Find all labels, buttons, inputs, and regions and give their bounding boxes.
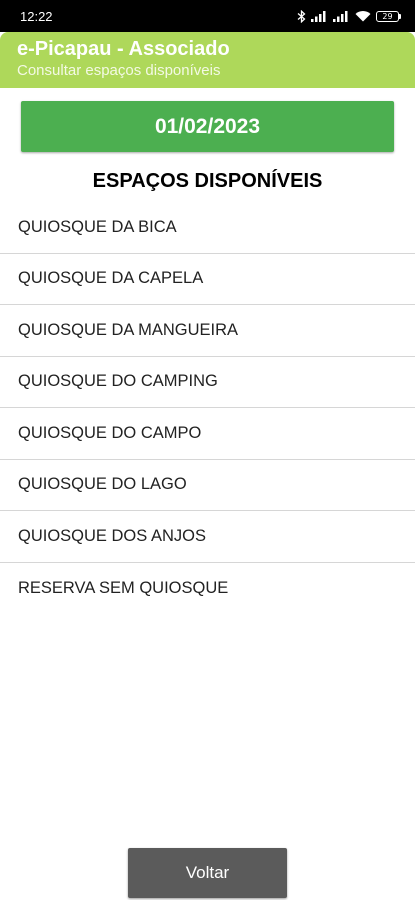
- date-button[interactable]: 01/02/2023: [21, 101, 394, 152]
- space-item-mangueira[interactable]: QUIOSQUE DA MANGUEIRA: [0, 305, 415, 357]
- status-icons: 29: [297, 9, 401, 23]
- space-item-lago[interactable]: QUIOSQUE DO LAGO: [0, 460, 415, 511]
- space-item-bica[interactable]: QUIOSQUE DA BICA: [0, 202, 415, 254]
- space-item-capela[interactable]: QUIOSQUE DA CAPELA: [0, 254, 415, 305]
- status-bar: 12:22 29: [0, 0, 415, 32]
- space-list: QUIOSQUE DA BICA QUIOSQUE DA CAPELA QUIO…: [0, 202, 415, 614]
- signal-icon: [333, 11, 348, 22]
- signal-icon: [311, 11, 326, 22]
- space-item-sem-quiosque[interactable]: RESERVA SEM QUIOSQUE: [0, 563, 415, 615]
- section-title: ESPAÇOS DISPONÍVEIS: [92, 170, 323, 192]
- wifi-icon: [355, 11, 371, 22]
- app-title: e-Picapau - Associado: [17, 38, 230, 60]
- space-item-anjos[interactable]: QUIOSQUE DOS ANJOS: [0, 511, 415, 563]
- bluetooth-icon: [297, 9, 306, 23]
- status-time: 12:22: [20, 8, 53, 24]
- app-bar: e-Picapau - Associado Consultar espaços …: [0, 32, 415, 88]
- battery-icon: 29: [376, 10, 401, 22]
- back-button[interactable]: Voltar: [128, 848, 287, 898]
- space-item-campo[interactable]: QUIOSQUE DO CAMPO: [0, 408, 415, 460]
- app-subtitle: Consultar espaços disponíveis: [17, 62, 221, 79]
- space-item-camping[interactable]: QUIOSQUE DO CAMPING: [0, 357, 415, 408]
- battery-level: 29: [376, 10, 399, 22]
